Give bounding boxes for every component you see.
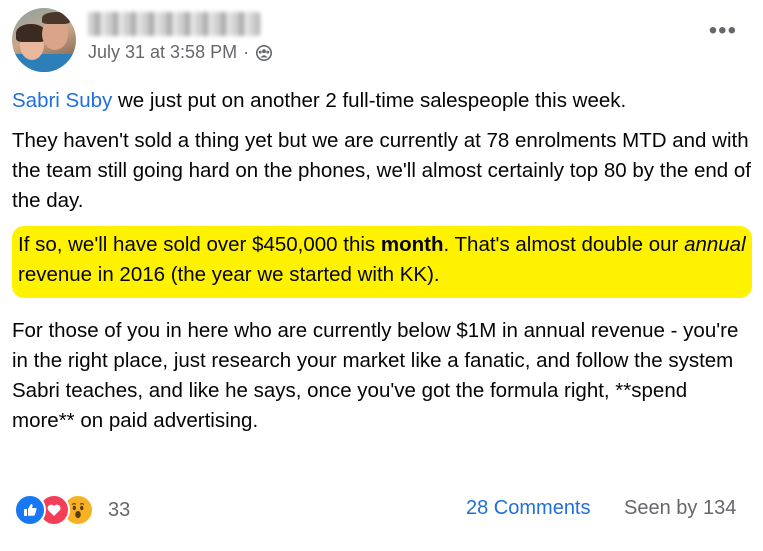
highlight-bold: month — [380, 233, 444, 256]
paragraph-4: For those of you in here who are current… — [12, 319, 739, 432]
like-icon — [14, 494, 46, 526]
post-timestamp[interactable]: July 31 at 3:58 PM — [88, 42, 237, 63]
post-body: Sabri Suby we just put on another 2 full… — [12, 86, 752, 446]
post-meta: July 31 at 3:58 PM · — [88, 42, 273, 63]
reaction-summary[interactable]: 33 — [14, 494, 130, 526]
paragraph-1: Sabri Suby we just put on another 2 full… — [12, 86, 752, 116]
highlighted-paragraph: If so, we'll have sold over $450,000 thi… — [12, 226, 752, 298]
paragraph-1-text: we just put on another 2 full-time sales… — [112, 89, 627, 112]
mention-link[interactable]: Sabri Suby — [12, 89, 112, 112]
highlight-italic: annual — [684, 233, 746, 256]
paragraph-2: They haven't sold a thing yet but we are… — [12, 129, 751, 212]
highlight-text-a: If so, we'll have sold over $450,000 thi… — [18, 233, 381, 256]
group-icon[interactable] — [255, 44, 273, 62]
more-icon[interactable]: ••• — [709, 19, 737, 43]
meta-separator: · — [243, 42, 250, 62]
avatar[interactable] — [12, 8, 76, 72]
highlight-text-b: . That's almost double our — [443, 233, 685, 256]
seen-by[interactable]: Seen by 134 — [624, 497, 736, 520]
author-name-blurred[interactable] — [88, 12, 260, 36]
reaction-count[interactable]: 33 — [108, 499, 130, 522]
highlight-text-c: revenue in 2016 (the year we started wit… — [18, 263, 440, 286]
comments-link[interactable]: 28 Comments — [466, 497, 591, 520]
